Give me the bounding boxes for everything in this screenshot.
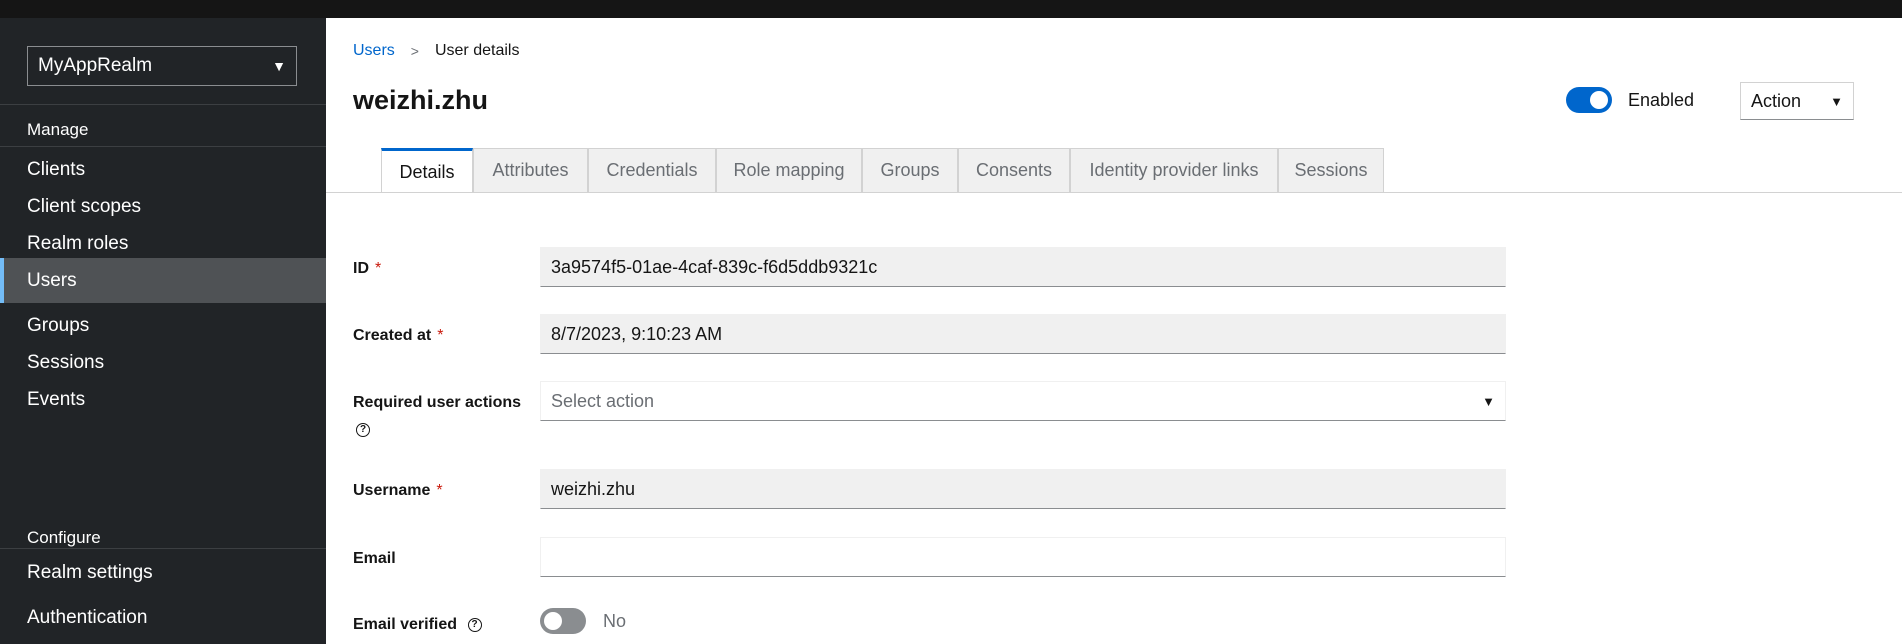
sidebar-item-authentication[interactable]: Authentication — [0, 595, 326, 640]
toggle-knob — [544, 612, 562, 630]
sidebar-section-manage: Manage — [27, 120, 89, 139]
tab-label: Role mapping — [733, 160, 845, 180]
sidebar-item-label: Events — [27, 388, 86, 410]
breadcrumb-users-link[interactable]: Users — [353, 42, 395, 60]
email-verified-state: No — [603, 611, 627, 631]
created-at-label-text: Created at — [353, 327, 432, 344]
created-at-field: 8/7/2023, 9:10:23 AM — [540, 314, 1506, 354]
required-asterisk: * — [437, 327, 444, 344]
username-value: weizhi.zhu — [551, 478, 636, 499]
tab-label: Attributes — [492, 160, 569, 180]
created-at-label: Created at * — [353, 327, 443, 345]
tab-groups[interactable]: Groups — [862, 148, 958, 192]
action-dropdown[interactable]: Action ▼ — [1740, 82, 1854, 120]
required-actions-help[interactable]: ? — [356, 421, 370, 439]
caret-down-icon: ▼ — [1482, 393, 1495, 409]
required-actions-label-text: Required user actions — [353, 394, 522, 411]
sidebar-item-label: Groups — [27, 314, 90, 336]
email-verified-label-text: Email verified — [353, 616, 458, 633]
toggle-knob — [1590, 91, 1608, 109]
page-title: weizhi.zhu — [353, 85, 488, 115]
username-label: Username * — [353, 482, 443, 500]
email-verified-toggle[interactable] — [540, 608, 586, 634]
tab-label: Details — [399, 161, 455, 182]
required-actions-select[interactable]: Select action ▼ — [540, 381, 1506, 421]
required-asterisk: * — [436, 482, 443, 499]
tab-label: Sessions — [1294, 160, 1368, 180]
tab-label: Consents — [975, 160, 1053, 180]
chevron-right-icon: > — [410, 43, 419, 59]
tabs-divider — [326, 192, 1902, 193]
tab-sessions[interactable]: Sessions — [1278, 148, 1384, 192]
sidebar-item-events[interactable]: Events — [0, 377, 326, 422]
email-label: Email — [353, 550, 396, 568]
tab-consents[interactable]: Consents — [958, 148, 1070, 192]
breadcrumb-current: User details — [434, 42, 520, 59]
enabled-toggle[interactable] — [1566, 87, 1612, 113]
tab-details[interactable]: Details — [381, 148, 473, 193]
top-masthead — [0, 0, 1902, 18]
sidebar-item-label: Client scopes — [27, 195, 142, 217]
caret-down-icon: ▼ — [1830, 93, 1843, 109]
tab-label: Groups — [880, 160, 940, 180]
tab-attributes[interactable]: Attributes — [473, 148, 588, 192]
realm-name: MyAppRealm — [38, 55, 153, 76]
tab-label: Identity provider links — [1089, 160, 1259, 180]
action-label: Action — [1751, 90, 1802, 111]
sidebar-section-configure: Configure — [27, 528, 101, 547]
email-label-text: Email — [353, 550, 396, 567]
id-value: 3a9574f5-01ae-4caf-839c-f6d5ddb9321c — [551, 256, 878, 277]
required-asterisk: * — [375, 260, 382, 277]
email-verified-label: Email verified ? — [353, 616, 482, 634]
tab-identity-provider-links[interactable]: Identity provider links — [1070, 148, 1278, 192]
id-label: ID * — [353, 260, 381, 278]
sidebar-item-label: Clients — [27, 158, 86, 180]
id-label-text: ID — [353, 260, 369, 277]
required-actions-placeholder: Select action — [551, 390, 655, 411]
username-label-text: Username — [353, 482, 431, 499]
caret-down-icon: ▼ — [272, 58, 286, 74]
email-field[interactable] — [540, 537, 1506, 577]
sidebar-item-users[interactable]: Users — [0, 258, 326, 303]
sidebar-item-label: Realm settings — [27, 561, 153, 583]
sidebar-item-realm-settings[interactable]: Realm settings — [0, 550, 326, 595]
realm-selector[interactable]: MyAppRealm ▼ — [27, 46, 297, 86]
sidebar-item-label: Sessions — [27, 351, 105, 373]
question-circle-icon[interactable]: ? — [467, 617, 482, 632]
created-at-value: 8/7/2023, 9:10:23 AM — [551, 323, 723, 344]
enabled-label: Enabled — [1628, 90, 1695, 110]
sidebar: MyAppRealm ▼ Manage Clients Client scope… — [0, 18, 326, 644]
sidebar-divider — [0, 548, 326, 549]
question-circle-icon: ? — [356, 422, 370, 437]
sidebar-item-label: Authentication — [27, 606, 148, 628]
tab-label: Credentials — [606, 160, 698, 180]
tab-role-mapping[interactable]: Role mapping — [716, 148, 862, 192]
sidebar-item-label: Users — [27, 269, 77, 291]
main-content: Users > User details weizhi.zhu Enabled … — [326, 18, 1902, 644]
username-field: weizhi.zhu — [540, 469, 1506, 509]
tab-credentials[interactable]: Credentials — [588, 148, 716, 192]
id-field: 3a9574f5-01ae-4caf-839c-f6d5ddb9321c — [540, 247, 1506, 287]
sidebar-item-label: Realm roles — [27, 232, 129, 254]
required-actions-label: Required user actions — [353, 394, 521, 412]
sidebar-divider — [0, 104, 326, 105]
breadcrumb: Users > User details — [353, 42, 519, 60]
